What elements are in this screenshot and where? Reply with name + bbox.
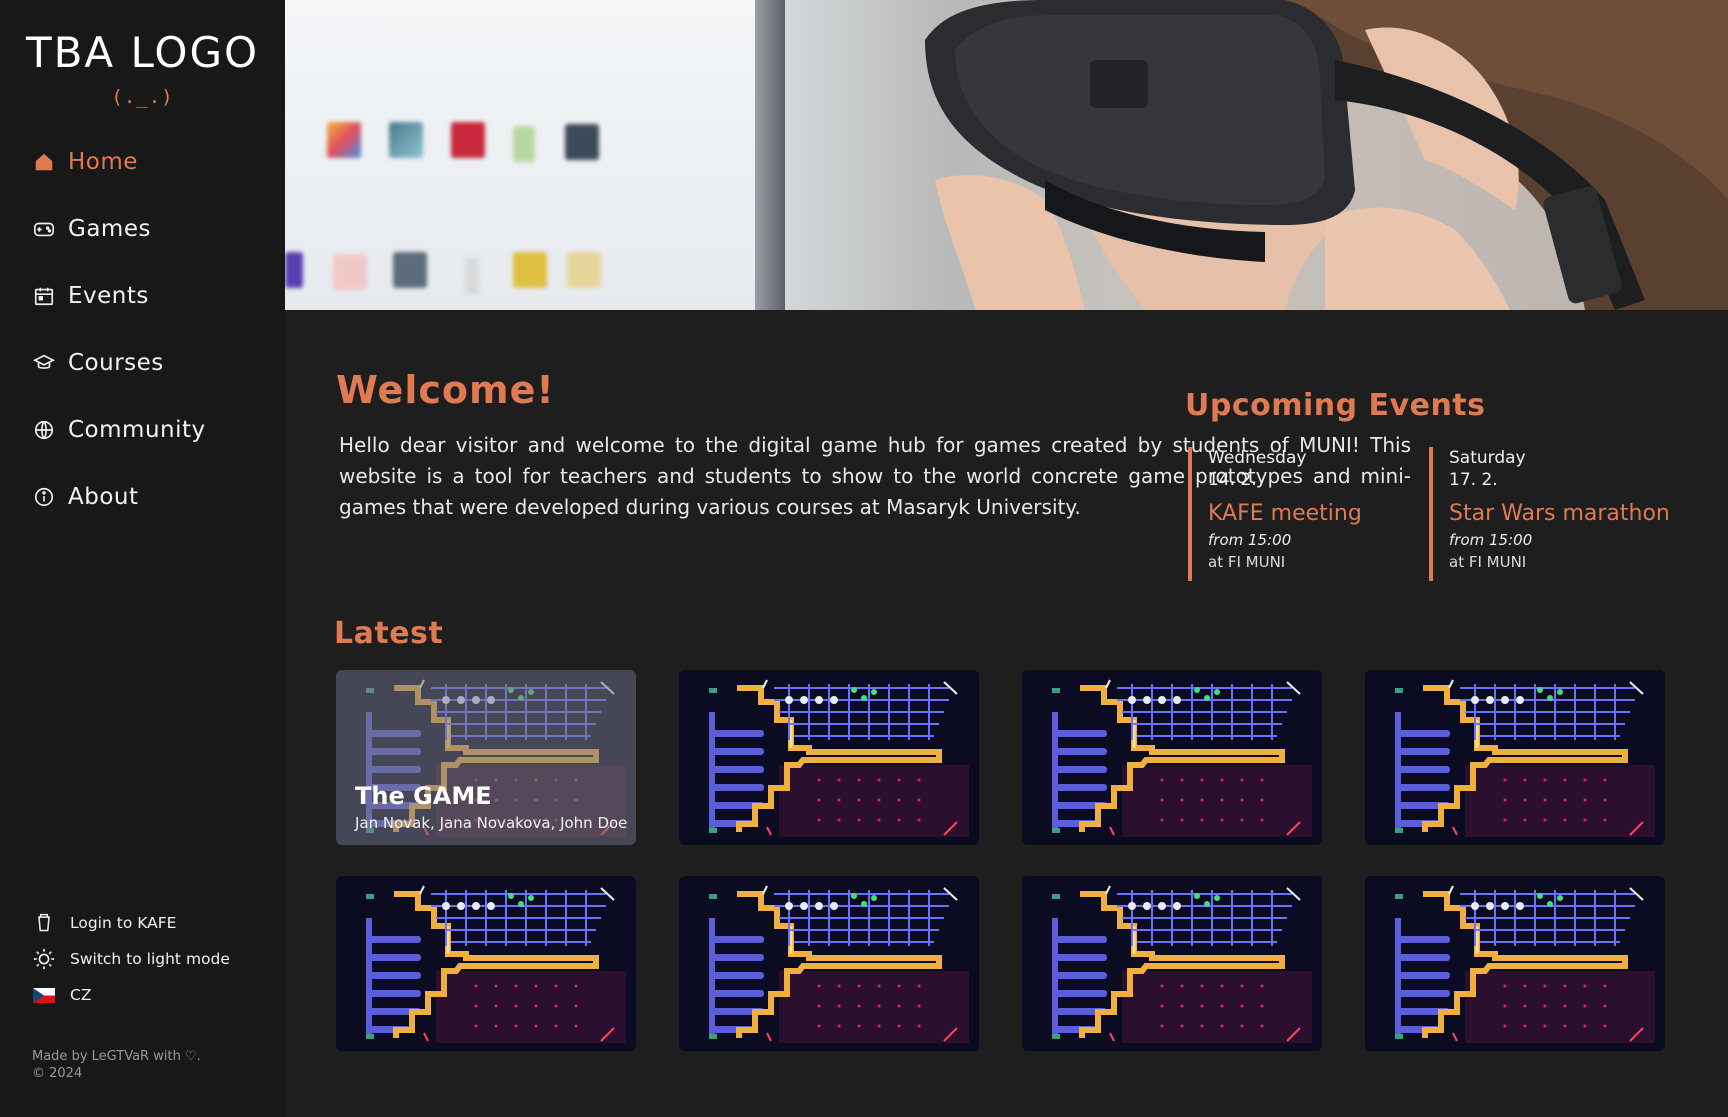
nav-item-home[interactable]: Home <box>30 128 206 195</box>
czech-flag-icon <box>32 983 56 1007</box>
sidebar-bottom-links: Login to KAFE Switch to light mode CZ <box>32 905 230 1013</box>
event-time: from 15:00 <box>1449 531 1533 549</box>
event-weekday: Saturday <box>1449 448 1526 468</box>
event-time: from 15:00 <box>1208 531 1292 549</box>
logo[interactable]: TBA LOGO <box>0 28 285 77</box>
event-card[interactable]: Saturday 17. 2. Star Wars marathon from … <box>1429 447 1670 581</box>
sidebar: TBA LOGO (._.) Home Games Events Courses <box>0 0 285 1117</box>
game-thumbnail <box>1365 670 1665 845</box>
event-name[interactable]: KAFE meeting <box>1208 499 1418 529</box>
graduation-cap-icon <box>30 349 58 377</box>
game-card[interactable] <box>336 876 636 1051</box>
nav-item-events[interactable]: Events <box>30 262 206 329</box>
nav-item-label: About <box>68 483 139 510</box>
game-thumbnail <box>1022 876 1322 1051</box>
login-kafe-link[interactable]: Login to KAFE <box>32 905 230 941</box>
event-card[interactable]: Wednesday 14. 2. KAFE meeting from 15:00… <box>1188 447 1418 581</box>
event-name[interactable]: Star Wars marathon <box>1449 499 1670 529</box>
game-title: The GAME <box>355 782 492 810</box>
main-nav: Home Games Events Courses Community Abou… <box>30 128 206 530</box>
game-authors: Jan Novak, Jana Novakova, John Doe <box>355 814 628 832</box>
footer: Made by LeGTVaR with ♡. © 2024 <box>32 1048 201 1082</box>
event-place: at FI MUNI <box>1449 553 1527 571</box>
main-content: Welcome! Hello dear visitor and welcome … <box>285 310 1728 1117</box>
game-card[interactable] <box>679 876 979 1051</box>
nav-item-label: Games <box>68 215 151 242</box>
nav-item-label: Home <box>68 148 138 175</box>
nav-item-label: Events <box>68 282 149 309</box>
latest-title: Latest <box>334 616 444 651</box>
hero-image <box>285 0 1728 310</box>
sun-icon <box>32 947 56 971</box>
event-place: at FI MUNI <box>1208 553 1286 571</box>
event-date: 14. 2. <box>1208 470 1257 490</box>
game-thumbnail <box>679 670 979 845</box>
event-date: 17. 2. <box>1449 470 1498 490</box>
theme-toggle[interactable]: Switch to light mode <box>32 941 230 977</box>
game-card[interactable] <box>1022 876 1322 1051</box>
gamepad-icon <box>30 215 58 243</box>
calendar-icon <box>30 282 58 310</box>
event-weekday: Wednesday <box>1208 448 1307 468</box>
language-label: CZ <box>70 986 92 1004</box>
login-kafe-label: Login to KAFE <box>70 914 177 932</box>
theme-toggle-label: Switch to light mode <box>70 950 230 968</box>
game-card[interactable] <box>1365 876 1665 1051</box>
game-card[interactable] <box>1022 670 1322 845</box>
nav-item-courses[interactable]: Courses <box>30 329 206 396</box>
upcoming-events-title: Upcoming Events <box>1185 388 1486 423</box>
nav-item-community[interactable]: Community <box>30 396 206 463</box>
welcome-title: Welcome! <box>336 368 555 412</box>
nav-item-label: Community <box>68 416 206 443</box>
info-icon <box>30 483 58 511</box>
nav-item-about[interactable]: About <box>30 463 206 530</box>
game-thumbnail <box>679 876 979 1051</box>
logo-face: (._.) <box>111 86 174 108</box>
nav-item-label: Courses <box>68 349 164 376</box>
game-card[interactable]: The GAME Jan Novak, Jana Novakova, John D… <box>336 670 636 845</box>
language-switch[interactable]: CZ <box>32 977 230 1013</box>
vr-headset-photo <box>925 0 1728 310</box>
cup-icon <box>32 911 56 935</box>
footer-copyright: © 2024 <box>32 1066 83 1081</box>
game-thumbnail <box>1365 876 1665 1051</box>
footer-credit: Made by LeGTVaR with ♡. <box>32 1049 201 1064</box>
home-icon <box>30 148 58 176</box>
game-thumbnail <box>1022 670 1322 845</box>
nav-item-games[interactable]: Games <box>30 195 206 262</box>
game-card[interactable] <box>679 670 979 845</box>
game-thumbnail <box>336 876 636 1051</box>
globe-icon <box>30 416 58 444</box>
game-card[interactable] <box>1365 670 1665 845</box>
